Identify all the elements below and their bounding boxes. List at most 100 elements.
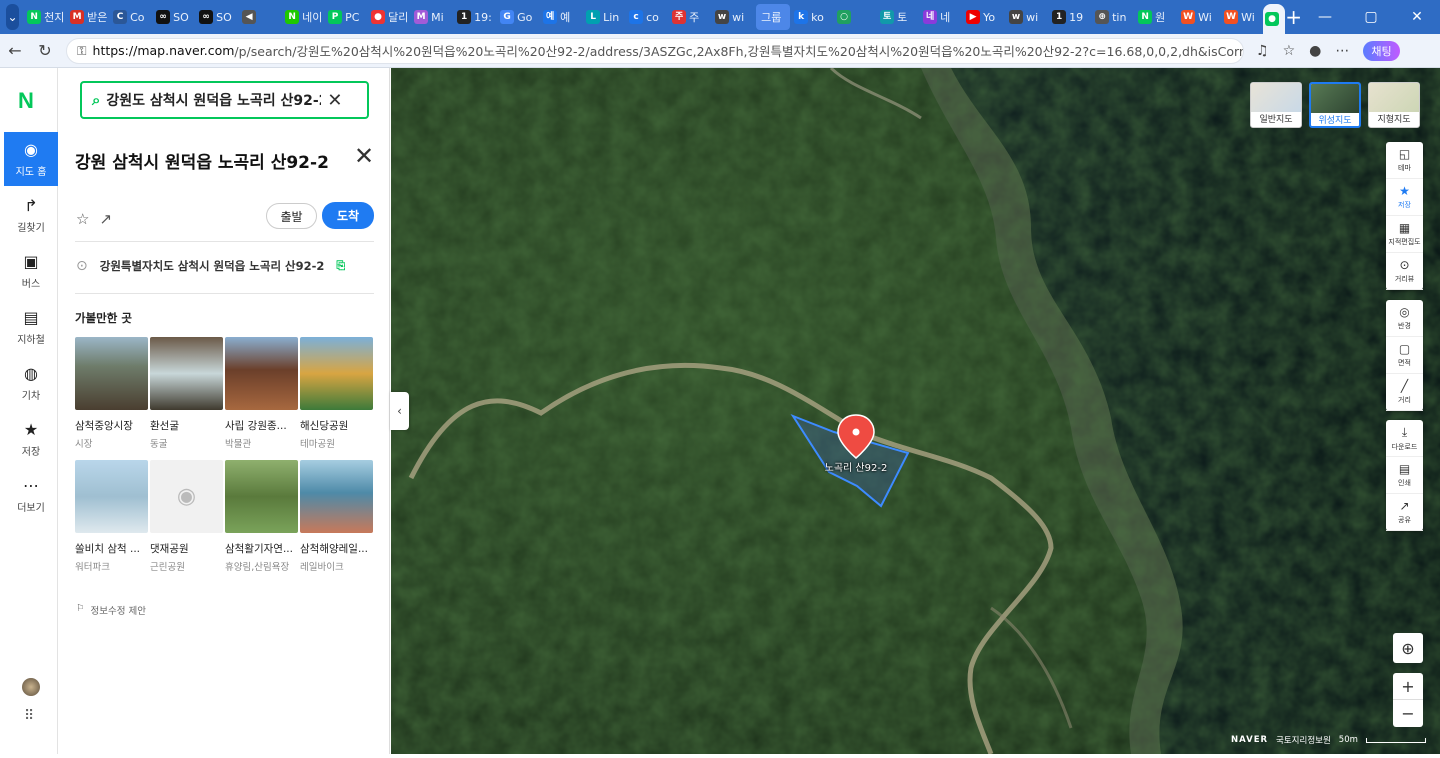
depart-button[interactable]: 출발: [266, 203, 317, 229]
map-type-satellite[interactable]: 위성지도: [1309, 82, 1361, 128]
browser-tab[interactable]: W Wi: [1222, 4, 1263, 30]
tool-icon: ↗: [1399, 499, 1410, 513]
tool-label: 저장: [1398, 201, 1411, 209]
zoom-out-button[interactable]: −: [1393, 700, 1423, 727]
place-card[interactable]: 삼척중앙시장 시장: [75, 337, 148, 450]
browser-tab[interactable]: ● 달리: [369, 4, 410, 30]
rail-item-directions[interactable]: ↱ 길찾기: [4, 188, 58, 242]
arrive-button[interactable]: 도착: [322, 202, 374, 229]
rail-item-star[interactable]: ★ 저장: [4, 412, 58, 466]
apps-grid-icon[interactable]: ⠿: [24, 708, 34, 724]
browser-tab[interactable]: 주주: [670, 4, 711, 30]
map-type-terrain[interactable]: 지형지도: [1368, 82, 1420, 128]
browser-tab[interactable]: P PC: [326, 4, 367, 30]
site-info-icon[interactable]: ⚿: [77, 43, 87, 59]
browser-tab[interactable]: 토토: [878, 4, 919, 30]
favicon-icon: N: [285, 10, 300, 24]
place-card[interactable]: 해신당공원 테마공원: [300, 337, 373, 450]
copy-icon[interactable]: ⎘: [336, 259, 345, 273]
zoom-in-button[interactable]: +: [1393, 673, 1423, 700]
tab-active[interactable]: ● ✕: [1263, 4, 1286, 34]
browser-tab[interactable]: ∞ SO: [197, 4, 238, 30]
favicon-icon: ▶: [966, 10, 981, 24]
browser-tab[interactable]: c co: [627, 4, 668, 30]
browser-tab[interactable]: N 네이: [283, 4, 324, 30]
rail-item-train[interactable]: ◍ 기차: [4, 356, 58, 410]
map-tool-tools1-3[interactable]: ⊙ 거리뷰: [1386, 253, 1423, 290]
place-card[interactable]: 삼척해양레일... 레일바이크: [300, 460, 373, 573]
browser-tab[interactable]: N원: [1136, 4, 1177, 30]
rail-item-more[interactable]: ⋯ 더보기: [4, 468, 58, 522]
tab-label: 받은: [87, 11, 108, 24]
tab-actions-button[interactable]: ⌄: [6, 4, 20, 30]
map-tool-tools3-1[interactable]: ▤ 인쇄: [1386, 457, 1423, 494]
media-icon[interactable]: ♫: [1256, 43, 1269, 59]
browser-tab[interactable]: 네네: [921, 4, 962, 30]
avatar[interactable]: [22, 678, 40, 700]
browser-tab[interactable]: 1 19:: [455, 4, 496, 30]
back-icon[interactable]: ←: [0, 41, 30, 60]
new-tab-button[interactable]: +: [1285, 5, 1302, 29]
reload-icon[interactable]: ↻: [30, 41, 60, 60]
save-star-icon[interactable]: ☆: [76, 210, 89, 228]
satellite-map[interactable]: 노곡리 산92-2 일반지도 위성지도 지형지도 ◱ 테마 ★ 저장 ▦ 지적편집도 ⊙ 거리…: [391, 68, 1440, 754]
browser-tab[interactable]: 그룹: [756, 4, 791, 30]
browser-tab[interactable]: ⊕ tin: [1093, 4, 1134, 30]
place-card[interactable]: 쏠비치 삼척 ... 워터파크: [75, 460, 148, 573]
place-card[interactable]: 삼척활기자연... 휴양림,산림욕장: [225, 460, 298, 573]
url-field[interactable]: ⚿ https://map.naver.com /p/search/강원도%20…: [66, 37, 1244, 64]
menu-icon[interactable]: ⋯: [1335, 43, 1349, 59]
browser-tab[interactable]: 1 19: [1050, 4, 1091, 30]
browser-tab[interactable]: M Mi: [412, 4, 453, 30]
browser-tab[interactable]: ◀: [240, 4, 281, 30]
browser-tab[interactable]: W Wi: [1179, 4, 1220, 30]
browser-tab[interactable]: ∞ SO: [154, 4, 195, 30]
browser-tab[interactable]: ▶ Yo: [964, 4, 1005, 30]
collapse-panel-button[interactable]: ‹: [390, 392, 409, 430]
map-tool-tools2-1[interactable]: ▢ 면적: [1386, 337, 1423, 374]
map-tool-tools3-0[interactable]: ⤓ 다운로드: [1386, 420, 1423, 457]
maximize-icon[interactable]: ▢: [1348, 9, 1394, 25]
my-location-icon[interactable]: ⊕: [1393, 633, 1423, 663]
minimize-icon[interactable]: —: [1302, 9, 1348, 25]
tool-label: 지적편집도: [1388, 238, 1421, 246]
tool-icon: ╱: [1400, 379, 1409, 393]
browser-tab[interactable]: G Go: [498, 4, 539, 30]
browser-tab[interactable]: 예예: [541, 4, 582, 30]
browser-tab[interactable]: k ko: [792, 4, 833, 30]
place-card[interactable]: ◉ 댓재공원 근린공원: [150, 460, 223, 573]
map-tools-measure: ◎ 반경 ▢ 면적 ╱ 거리: [1386, 300, 1423, 411]
bus-icon: ▣: [23, 252, 39, 271]
map-tool-tools1-0[interactable]: ◱ 테마: [1386, 142, 1423, 179]
map-tool-tools1-2[interactable]: ▦ 지적편집도: [1386, 216, 1423, 253]
map-tool-tools2-0[interactable]: ◎ 반경: [1386, 300, 1423, 337]
browser-tab[interactable]: C Co: [111, 4, 152, 30]
place-card[interactable]: 환선굴 동굴: [150, 337, 223, 450]
tool-label: 테마: [1398, 164, 1411, 172]
copilot-chat-button[interactable]: 채팅: [1363, 40, 1400, 61]
place-category: 근린공원: [150, 562, 185, 573]
clear-search-icon[interactable]: ✕: [327, 90, 342, 111]
rail-item-subway[interactable]: ▤ 지하철: [4, 300, 58, 354]
place-card[interactable]: 사립 강원종... 박물관: [225, 337, 298, 450]
close-panel-icon[interactable]: ✕: [354, 142, 374, 170]
browser-tab[interactable]: w wi: [1007, 4, 1048, 30]
browser-tab[interactable]: w wi: [713, 4, 754, 30]
map-type-normal[interactable]: 일반지도: [1250, 82, 1302, 128]
profile-icon[interactable]: ●: [1309, 43, 1321, 59]
favorites-icon[interactable]: ☆: [1283, 43, 1296, 59]
map-tool-tools3-2[interactable]: ↗ 공유: [1386, 494, 1423, 531]
suggest-edit-link[interactable]: ⚐ 정보수정 제안: [76, 603, 146, 617]
naver-logo[interactable]: N: [18, 88, 34, 114]
map-tool-tools2-2[interactable]: ╱ 거리: [1386, 374, 1423, 411]
rail-item-map-home[interactable]: ◉ 지도 홈: [4, 132, 58, 186]
browser-tab[interactable]: M 받은: [68, 4, 109, 30]
browser-tab[interactable]: ○: [835, 4, 876, 30]
map-tool-tools1-1[interactable]: ★ 저장: [1386, 179, 1423, 216]
search-input[interactable]: [106, 92, 322, 108]
browser-tab[interactable]: N 천지: [25, 4, 66, 30]
browser-tab[interactable]: L Lin: [584, 4, 625, 30]
rail-item-bus[interactable]: ▣ 버스: [4, 244, 58, 298]
close-window-icon[interactable]: ✕: [1394, 9, 1440, 25]
share-icon[interactable]: ↗: [99, 210, 112, 228]
